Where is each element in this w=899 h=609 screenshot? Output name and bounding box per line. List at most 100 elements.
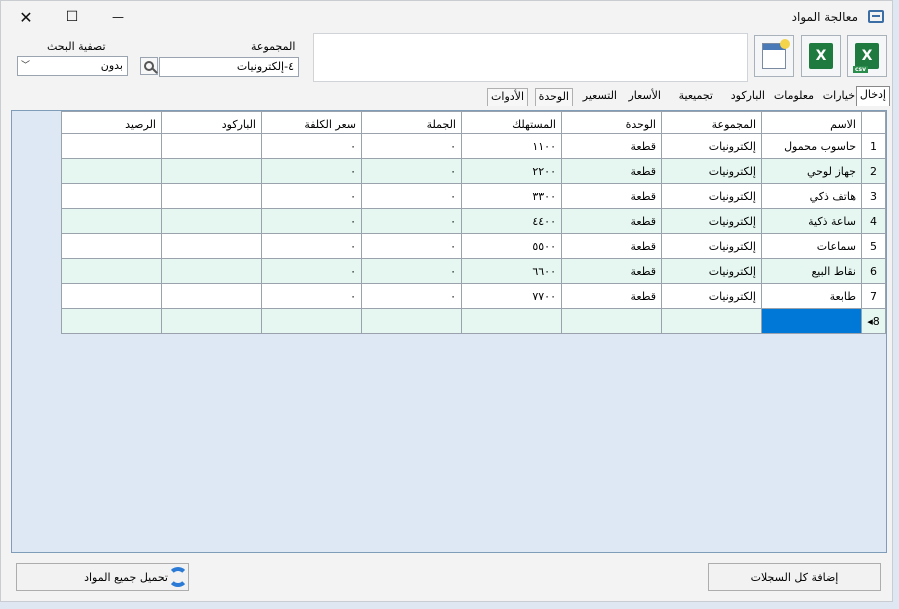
table-cell[interactable]: قطعة xyxy=(561,133,662,159)
column-header[interactable]: الاسم xyxy=(761,111,862,134)
table-cell[interactable] xyxy=(461,308,562,334)
table-cell[interactable]: ٠ xyxy=(261,158,362,184)
table-cell[interactable]: ٠ xyxy=(261,283,362,309)
table-cell[interactable]: ٠ xyxy=(361,208,462,234)
row-number[interactable]: 5 xyxy=(861,233,886,259)
filter-select[interactable]: بدون ﹀ xyxy=(17,56,128,76)
table-cell[interactable]: ١١٠٠ xyxy=(461,133,562,159)
table-cell[interactable]: ٠ xyxy=(261,133,362,159)
column-header[interactable]: الرصيد xyxy=(61,111,162,134)
table-row[interactable]: 6 نقاط البيع إلكترونيات قطعة ٦٦٠٠ ٠ ٠ xyxy=(61,258,886,284)
table-cell[interactable]: ٠ xyxy=(361,158,462,184)
table-cell[interactable] xyxy=(161,283,262,309)
table-row[interactable]: 5 سماعات إلكترونيات قطعة ٥٥٠٠ ٠ ٠ xyxy=(61,233,886,259)
table-cell[interactable] xyxy=(561,308,662,334)
table-cell[interactable]: إلكترونيات xyxy=(661,283,762,309)
table-cell[interactable]: ٢٢٠٠ xyxy=(461,158,562,184)
table-cell[interactable]: إلكترونيات xyxy=(661,233,762,259)
table-cell[interactable]: ٦٦٠٠ xyxy=(461,258,562,284)
row-number[interactable]: 4 xyxy=(861,208,886,234)
table-cell[interactable]: ٠ xyxy=(361,283,462,309)
table-cell[interactable]: إلكترونيات xyxy=(661,133,762,159)
export-excel-button[interactable]: X xyxy=(801,35,841,77)
table-cell[interactable]: إلكترونيات xyxy=(661,183,762,209)
table-cell[interactable] xyxy=(61,208,162,234)
group-input[interactable]: ٤-إلكترونيات xyxy=(159,57,299,77)
table-cell[interactable]: نقاط البيع xyxy=(761,258,862,284)
table-row[interactable]: 1 حاسوب محمول إلكترونيات قطعة ١١٠٠ ٠ ٠ xyxy=(61,133,886,159)
table-cell[interactable]: إلكترونيات xyxy=(661,208,762,234)
new-document-button[interactable] xyxy=(754,35,794,77)
row-number[interactable]: 3 xyxy=(861,183,886,209)
table-cell[interactable] xyxy=(61,258,162,284)
table-cell[interactable] xyxy=(61,308,162,334)
table-cell[interactable] xyxy=(61,183,162,209)
tab-barcode[interactable]: الباركود xyxy=(728,88,768,106)
column-header[interactable]: سعر الكلفة xyxy=(261,111,362,134)
table-cell[interactable]: إلكترونيات xyxy=(661,158,762,184)
table-cell[interactable] xyxy=(161,308,262,334)
add-all-records-button[interactable]: إضافة كل السجلات xyxy=(708,563,881,591)
tab-info[interactable]: معلومات xyxy=(771,88,817,106)
table-cell[interactable]: ٠ xyxy=(261,258,362,284)
table-cell[interactable]: ٥٥٠٠ xyxy=(461,233,562,259)
table-cell[interactable]: ساعة ذكية xyxy=(761,208,862,234)
tab-input[interactable]: إدخال xyxy=(855,86,890,106)
close-button[interactable]: ✕ xyxy=(3,1,49,33)
table-row[interactable]: 2 جهاز لوحي إلكترونيات قطعة ٢٢٠٠ ٠ ٠ xyxy=(61,158,886,184)
table-cell[interactable] xyxy=(261,308,362,334)
row-number[interactable]: 1 xyxy=(861,133,886,159)
table-row[interactable]: 3 هاتف ذكي إلكترونيات قطعة ٣٣٠٠ ٠ ٠ xyxy=(61,183,886,209)
table-cell[interactable]: هاتف ذكي xyxy=(761,183,862,209)
maximize-button[interactable]: ☐ xyxy=(49,1,95,33)
table-cell[interactable]: إلكترونيات xyxy=(661,258,762,284)
row-number[interactable]: 2 xyxy=(861,158,886,184)
table-row[interactable]: 7 طابعة إلكترونيات قطعة ٧٧٠٠ ٠ ٠ xyxy=(61,283,886,309)
export-csv-button[interactable]: Xcsv xyxy=(847,35,887,77)
table-cell[interactable] xyxy=(61,158,162,184)
table-cell[interactable]: ٠ xyxy=(361,183,462,209)
table-cell[interactable]: ٠ xyxy=(361,258,462,284)
column-header[interactable]: الباركود xyxy=(161,111,262,134)
table-row[interactable]: 4 ساعة ذكية إلكترونيات قطعة ٤٤٠٠ ٠ ٠ xyxy=(61,208,886,234)
table-cell[interactable]: قطعة xyxy=(561,183,662,209)
table-cell[interactable]: ٤٤٠٠ xyxy=(461,208,562,234)
column-header[interactable]: الوحدة xyxy=(561,111,662,134)
column-header[interactable]: المجموعة xyxy=(661,111,762,134)
table-cell[interactable]: ٠ xyxy=(261,183,362,209)
group-search-button[interactable] xyxy=(140,57,158,75)
table-cell[interactable]: قطعة xyxy=(561,283,662,309)
table-cell[interactable] xyxy=(661,308,762,334)
table-cell[interactable] xyxy=(161,158,262,184)
tab-tools[interactable]: الأدوات xyxy=(487,88,528,106)
table-cell[interactable] xyxy=(61,283,162,309)
column-header[interactable]: المستهلك xyxy=(461,111,562,134)
table-cell[interactable]: ٧٧٠٠ xyxy=(461,283,562,309)
table-cell[interactable] xyxy=(161,233,262,259)
table-cell[interactable]: حاسوب محمول xyxy=(761,133,862,159)
table-cell[interactable] xyxy=(161,183,262,209)
tab-pricing[interactable]: التسعير xyxy=(580,88,620,106)
table-cell[interactable]: ٠ xyxy=(361,133,462,159)
row-number[interactable]: 7 xyxy=(861,283,886,309)
table-cell[interactable]: ٣٣٠٠ xyxy=(461,183,562,209)
table-cell[interactable] xyxy=(61,133,162,159)
load-all-items-button[interactable]: تحميل جميع المواد xyxy=(16,563,189,591)
tab-options[interactable]: خيارات xyxy=(820,88,858,106)
table-cell[interactable] xyxy=(161,133,262,159)
table-cell[interactable]: ٠ xyxy=(261,208,362,234)
table-cell[interactable]: قطعة xyxy=(561,233,662,259)
new-row[interactable]: 8◂ xyxy=(61,308,886,334)
row-number[interactable]: 6 xyxy=(861,258,886,284)
table-cell[interactable] xyxy=(361,308,462,334)
new-row-marker[interactable]: 8◂ xyxy=(861,308,886,334)
column-header[interactable]: الجملة xyxy=(361,111,462,134)
table-cell[interactable]: طابعة xyxy=(761,283,862,309)
minimize-button[interactable]: — xyxy=(95,1,141,33)
table-cell[interactable]: قطعة xyxy=(561,258,662,284)
table-cell[interactable]: قطعة xyxy=(561,208,662,234)
table-cell[interactable]: قطعة xyxy=(561,158,662,184)
tab-unit[interactable]: الوحدة xyxy=(534,88,573,106)
table-cell[interactable]: جهاز لوحي xyxy=(761,158,862,184)
table-cell[interactable]: سماعات xyxy=(761,233,862,259)
